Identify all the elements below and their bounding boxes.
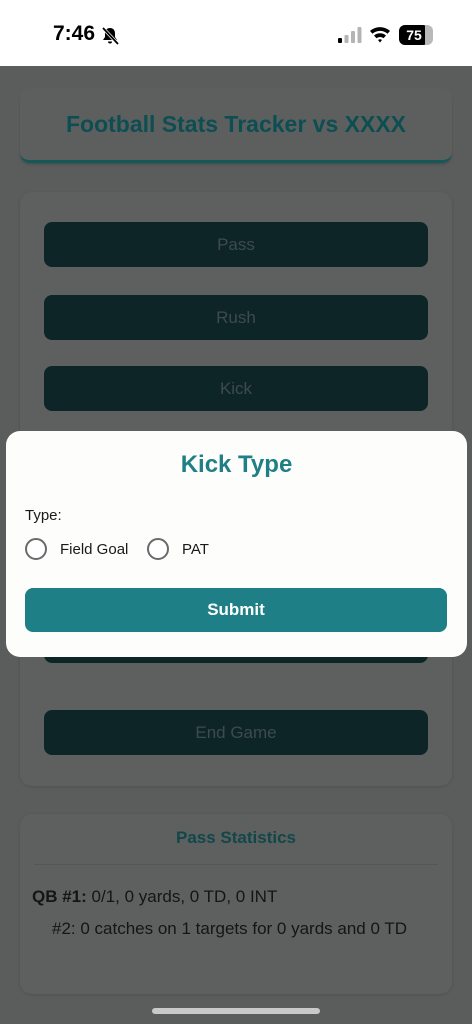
receiver-stat-line: #2: 0 catches on 1 targets for 0 yards a… <box>52 919 407 938</box>
modal-title: Kick Type <box>180 451 293 478</box>
status-time: 7:46 <box>53 22 96 45</box>
wifi-icon <box>370 27 390 43</box>
submit-button[interactable]: Submit <box>25 588 447 632</box>
qb-label: QB #1: <box>32 887 87 906</box>
pass-button[interactable]: Pass <box>44 222 428 267</box>
battery-icon: 75 <box>399 25 433 45</box>
radio-field-goal[interactable]: Field Goal <box>25 537 128 561</box>
radio-circle-pat[interactable] <box>147 538 169 560</box>
radio-circle-field-goal[interactable] <box>25 538 47 560</box>
battery-level: 75 <box>406 27 422 43</box>
qb-stat-values: 0/1, 0 yards, 0 TD, 0 INT <box>86 887 278 906</box>
header-card: Football Stats Tracker vs XXXX <box>20 88 452 163</box>
kick-type-modal: Kick Type Type: Field Goal PAT Submit <box>6 431 467 657</box>
radio-label-pat[interactable]: PAT <box>182 541 209 558</box>
radio-label-field-goal[interactable]: Field Goal <box>60 541 128 558</box>
stats-divider <box>34 864 438 865</box>
end-game-button[interactable]: End Game <box>44 710 428 755</box>
type-label: Type: <box>25 507 62 524</box>
pass-statistics-card: Pass Statistics QB #1: 0/1, 0 yards, 0 T… <box>20 814 452 994</box>
kick-button[interactable]: Kick <box>44 366 428 411</box>
rush-button[interactable]: Rush <box>44 295 428 340</box>
stats-title: Pass Statistics <box>175 828 296 847</box>
bell-muted-icon <box>101 26 120 46</box>
radio-pat[interactable]: PAT <box>147 537 209 561</box>
status-bar: 7:46 75 <box>0 0 472 66</box>
home-indicator[interactable] <box>152 1008 320 1014</box>
qb-stat-line: QB #1: 0/1, 0 yards, 0 TD, 0 INT <box>32 887 277 907</box>
cellular-signal-icon <box>338 27 362 43</box>
page-title: Football Stats Tracker vs XXXX <box>65 111 407 137</box>
